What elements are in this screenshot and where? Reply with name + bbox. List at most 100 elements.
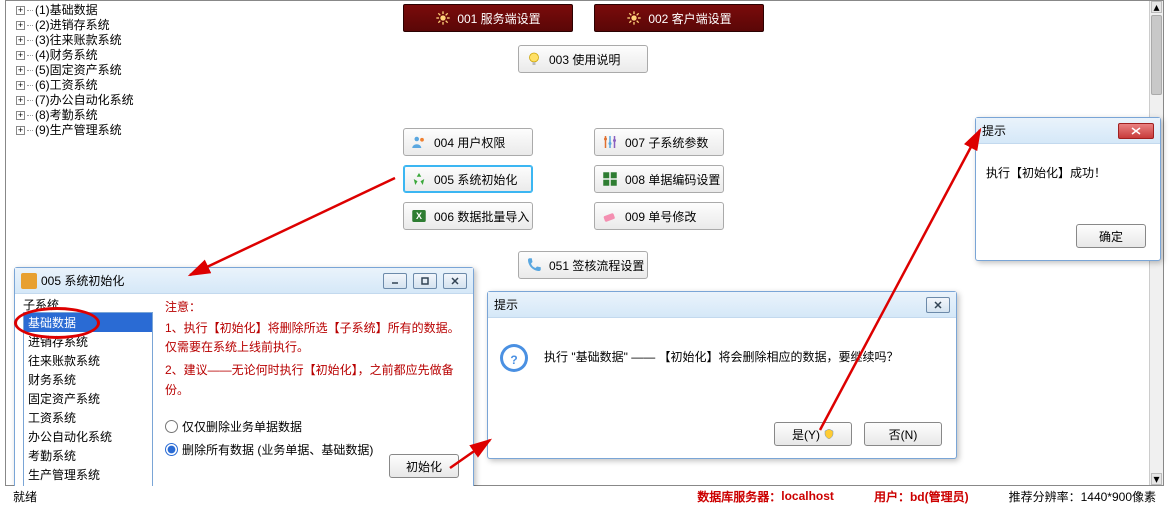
tree-item[interactable]: + (4)财务系统 [16,48,196,63]
status-db-label: 数据库服务器： [697,488,781,505]
list-item[interactable]: 进销存系统 [24,332,152,351]
tree-item-label: (2)进销存系统 [35,18,110,33]
list-item[interactable]: 生产管理系统 [24,465,152,484]
maximize-button[interactable] [413,273,437,289]
expand-icon[interactable]: + [16,51,25,60]
init-dialog-title: 005 系统初始化 [41,272,383,289]
radio-delete-biz[interactable] [165,420,178,433]
radio-delete-all[interactable] [165,443,178,456]
close-button[interactable] [443,273,467,289]
list-item[interactable]: 固定资产系统 [24,389,152,408]
success-titlebar[interactable]: 提示 [976,118,1160,144]
tree-item[interactable]: + (7)办公自动化系统 [16,93,196,108]
recycle-icon [410,170,428,188]
radio-delete-all-label: 删除所有数据 (业务单据、基础数据) [182,441,373,458]
status-user-label: 用户： [874,488,910,505]
no-button[interactable]: 否(N) [864,422,942,446]
shield-icon [824,429,834,439]
status-db-value: localhost [781,489,834,503]
tree-item-label: (6)工资系统 [35,78,98,93]
status-bar: 就绪 数据库服务器： localhost 用户： bd(管理员) 推荐分辨率：1… [5,486,1164,506]
system-init-button[interactable]: 005 系统初始化 [403,165,533,193]
client-settings-label: 002 客户端设置 [648,10,731,27]
success-message: 执行【初始化】成功！ [986,164,1150,181]
notice-1: 1、执行【初始化】将删除所选【子系统】所有的数据。仅需要在系统上线前执行。 [165,319,465,357]
notice-title: 注意： [165,298,465,315]
status-user-value: bd(管理员) [910,488,969,505]
close-button[interactable] [926,297,950,313]
client-settings-button[interactable]: 002 客户端设置 [594,4,764,32]
list-item[interactable]: 基础数据 [24,313,152,332]
expand-icon[interactable]: + [16,96,25,105]
ok-button[interactable]: 确定 [1076,224,1146,248]
list-item[interactable]: 工资系统 [24,408,152,427]
svg-text:X: X [416,211,422,221]
list-item[interactable]: 往来账款系统 [24,351,152,370]
batch-import-button[interactable]: X 006 数据批量导入 [403,202,533,230]
question-icon: ? [498,342,530,374]
doc-no-modify-label: 009 单号修改 [625,208,696,225]
list-item[interactable]: 财务系统 [24,370,152,389]
expand-icon[interactable]: + [16,66,25,75]
approve-flow-label: 051 签核流程设置 [549,257,644,274]
lightbulb-icon [525,50,543,68]
subsystem-params-button[interactable]: 007 子系统参数 [594,128,724,156]
subsystem-label: 子系统 [23,296,59,313]
sliders-icon [601,133,619,151]
expand-icon[interactable]: + [16,126,25,135]
confirm-titlebar[interactable]: 提示 [488,292,956,318]
svg-text:?: ? [510,353,517,367]
notice-2: 2、建议——无论何时执行【初始化】，之前都应先做备份。 [165,361,465,399]
doc-no-modify-button[interactable]: 009 单号修改 [594,202,724,230]
doc-code-button[interactable]: 008 单据编码设置 [594,165,724,193]
confirm-message: 执行 "基础数据" —— 【初始化】将会删除相应的数据，要继续吗？ [544,342,899,365]
batch-import-label: 006 数据批量导入 [434,208,529,225]
subsystem-list[interactable]: 基础数据进销存系统往来账款系统财务系统固定资产系统工资系统办公自动化系统考勤系统… [23,312,153,487]
tree-item-label: (7)办公自动化系统 [35,93,134,108]
tree-item-label: (4)财务系统 [35,48,98,63]
tree-item-label: (8)考勤系统 [35,108,98,123]
server-settings-button[interactable]: 001 服务端设置 [403,4,573,32]
usage-guide-button[interactable]: 003 使用说明 [518,45,648,73]
tree-item[interactable]: + (3)往来账款系统 [16,33,196,48]
tree-item-label: (9)生产管理系统 [35,123,122,138]
status-ready: 就绪 [13,488,37,505]
approve-flow-button[interactable]: 051 签核流程设置 [518,251,648,279]
gear-icon [626,10,642,26]
tree-item-label: (5)固定资产系统 [35,63,122,78]
tree-item[interactable]: + (9)生产管理系统 [16,123,196,138]
expand-icon[interactable]: + [16,21,25,30]
yes-button[interactable]: 是(Y) [774,422,852,446]
list-item[interactable]: 办公自动化系统 [24,427,152,446]
tree-item[interactable]: + (2)进销存系统 [16,18,196,33]
user-permission-button[interactable]: 004 用户权限 [403,128,533,156]
expand-icon[interactable]: + [16,6,25,15]
grid-icon [601,170,619,188]
success-dialog: 提示 执行【初始化】成功！ 确定 [975,117,1161,261]
tree-item-label: (3)往来账款系统 [35,33,122,48]
tree-item[interactable]: + (6)工资系统 [16,78,196,93]
tree-item[interactable]: + (5)固定资产系统 [16,63,196,78]
doc-code-label: 008 单据编码设置 [625,171,720,188]
scroll-down[interactable]: ▾ [1151,473,1162,485]
tree-item[interactable]: +(1)基础数据 [16,3,196,18]
system-init-label: 005 系统初始化 [434,171,517,188]
minimize-button[interactable] [383,273,407,289]
user-permission-label: 004 用户权限 [434,134,505,151]
status-resolution: 推荐分辨率：1440*900像素 [1009,488,1156,505]
init-dialog-titlebar[interactable]: 005 系统初始化 [15,268,473,294]
scroll-thumb[interactable] [1151,15,1162,95]
list-item[interactable]: 考勤系统 [24,446,152,465]
expand-icon[interactable]: + [16,111,25,120]
usage-guide-label: 003 使用说明 [549,51,620,68]
close-button[interactable] [1118,123,1154,139]
tree-item[interactable]: + (8)考勤系统 [16,108,196,123]
confirm-title: 提示 [494,296,926,313]
init-execute-button[interactable]: 初始化 [389,454,459,478]
expand-icon[interactable]: + [16,36,25,45]
module-tree: +(1)基础数据+(2)进销存系统+(3)往来账款系统+(4)财务系统+(5)固… [16,3,196,138]
expand-icon[interactable]: + [16,81,25,90]
scroll-up[interactable]: ▴ [1151,1,1162,13]
init-dialog: 005 系统初始化 子系统 基础数据进销存系统往来账款系统财务系统固定资产系统工… [14,267,474,489]
subsystem-params-label: 007 子系统参数 [625,134,708,151]
